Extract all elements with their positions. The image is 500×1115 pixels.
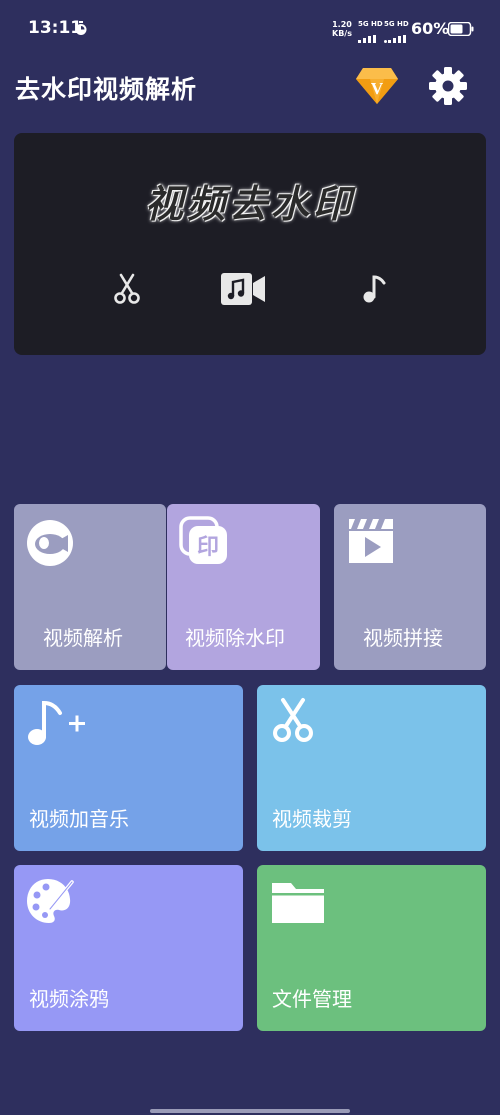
- tile-video-crop[interactable]: 视频裁剪: [257, 685, 486, 851]
- settings-gear-icon[interactable]: [428, 66, 468, 110]
- signal-bars-icon: [384, 35, 406, 43]
- battery-percent: 60%: [411, 19, 450, 38]
- network-speed-unit: KB/s: [332, 29, 352, 38]
- camera-icon: [27, 520, 73, 566]
- tile-video-parse[interactable]: 视频解析: [14, 504, 166, 670]
- network-speed-value: 1.20: [332, 20, 352, 29]
- tile-label: 视频除水印: [185, 626, 285, 650]
- tile-video-merge[interactable]: 视频拼接: [334, 504, 486, 670]
- tile-video-doodle[interactable]: 视频涂鸦: [14, 865, 243, 1031]
- battery-icon: [448, 22, 474, 36]
- app-title: 去水印视频解析: [15, 75, 198, 104]
- folder-icon: [272, 883, 324, 923]
- tile-add-music[interactable]: 视频加音乐: [14, 685, 243, 851]
- scissors-icon: [114, 273, 140, 304]
- tile-label: 视频加音乐: [29, 807, 129, 831]
- tile-label: 视频解析: [43, 626, 123, 650]
- signal-bars-icon: [358, 35, 376, 43]
- stamp-icon: 印: [179, 516, 227, 564]
- banner-title: 视频去水印: [144, 181, 355, 226]
- tile-label: 视频涂鸦: [29, 987, 109, 1011]
- clapperboard-icon: [349, 519, 393, 563]
- signal-2: 5G HD: [384, 20, 409, 47]
- music-add-icon: [28, 700, 85, 745]
- tile-file-manager[interactable]: 文件管理: [257, 865, 486, 1031]
- scissors-icon: [273, 698, 313, 742]
- signal-2-label: 5G HD: [384, 20, 409, 28]
- tile-label: 文件管理: [272, 987, 352, 1011]
- music-note-icon: [363, 275, 386, 303]
- tile-remove-watermark[interactable]: 印 视频除水印: [167, 504, 320, 670]
- network-speed: 1.20 KB/s: [332, 20, 352, 38]
- tile-label: 视频拼接: [363, 626, 443, 650]
- promo-banner[interactable]: 视频去水印: [14, 133, 486, 355]
- timer-icon: [75, 21, 87, 35]
- palette-icon: [27, 879, 74, 923]
- vip-badge-letter: V: [371, 79, 384, 98]
- vip-diamond-icon[interactable]: V: [355, 66, 399, 110]
- home-gesture-bar[interactable]: [150, 1109, 350, 1113]
- signal-1-label: 5G HD: [358, 20, 383, 28]
- status-bar: 13:11 1.20 KB/s 5G HD 5G HD 60%: [0, 0, 500, 60]
- video-music-icon: [221, 273, 265, 305]
- svg-text:印: 印: [197, 535, 219, 560]
- tile-label: 视频裁剪: [272, 807, 352, 831]
- signal-1: 5G HD: [358, 20, 383, 47]
